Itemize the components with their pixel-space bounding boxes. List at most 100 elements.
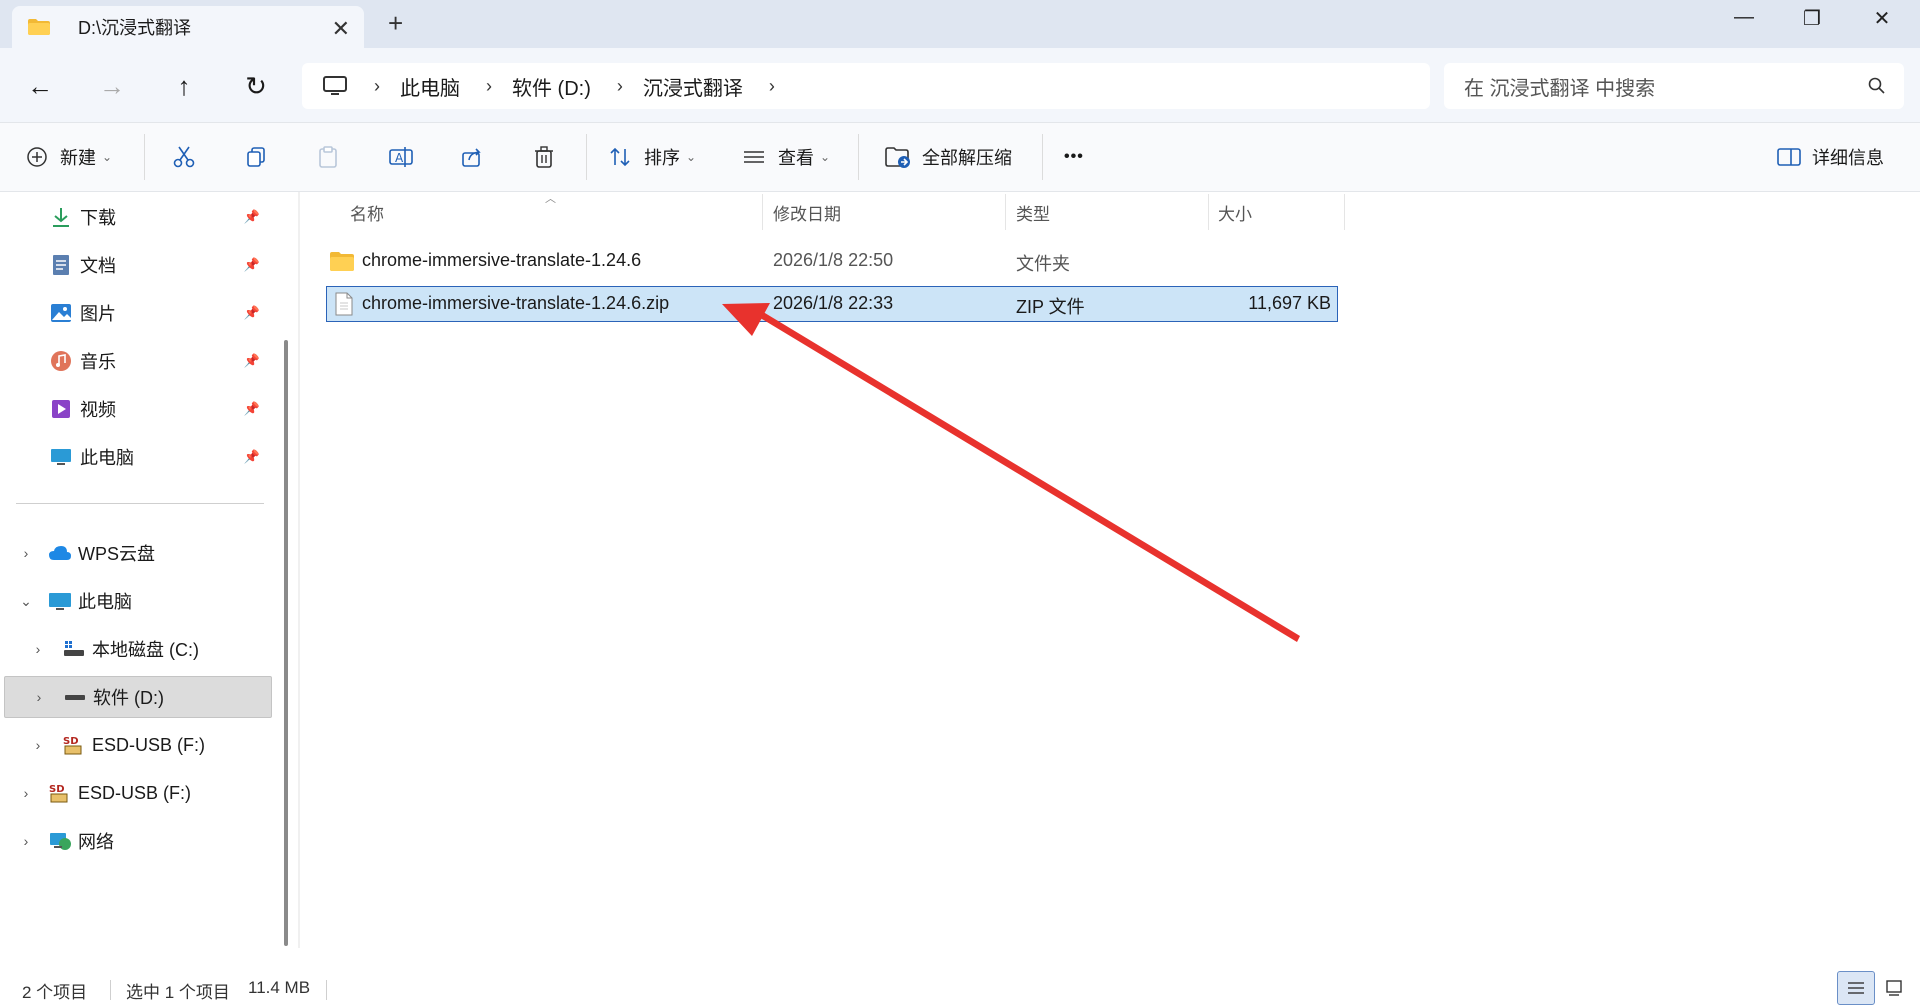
share-icon (462, 148, 481, 167)
sidebar-item-label: ESD-USB (F:) (78, 782, 192, 803)
column-header-type[interactable]: 类型 (1016, 200, 1050, 228)
pin-icon: 📌 (243, 209, 260, 224)
minimize-button[interactable]: — (1724, 6, 1764, 29)
new-button[interactable]: 新建 ⌄ (26, 140, 112, 174)
sidebar-item-drive-d[interactable]: › 软件 (D:) (4, 676, 272, 718)
status-divider (326, 980, 327, 1000)
sidebar-item-label: 此电脑 (80, 448, 134, 468)
search-placeholder: 在 沉浸式翻译 中搜索 (1464, 77, 1656, 100)
chevron-right-icon[interactable]: › (28, 737, 48, 753)
breadcrumb-drive-d[interactable]: 软件 (D:) (512, 72, 591, 101)
tab-close-button[interactable]: ✕ (332, 16, 350, 42)
column-separator[interactable] (1208, 194, 1209, 230)
sidebar-item-pictures[interactable]: 图片 📌 (50, 293, 270, 333)
sidebar-item-music[interactable]: 音乐 📌 (50, 341, 270, 381)
search-icon (1868, 77, 1885, 94)
sort-icon (610, 147, 630, 167)
extract-all-label: 全部解压缩 (922, 148, 1012, 168)
file-modified: 2026/1/8 22:33 (773, 293, 894, 313)
folder-icon (28, 19, 50, 35)
sidebar-divider (16, 503, 264, 504)
column-separator[interactable] (1344, 194, 1345, 230)
sidebar-scrollbar[interactable] (284, 340, 288, 946)
network-icon (50, 833, 71, 850)
more-options-button[interactable]: ••• (1064, 140, 1084, 174)
view-label: 查看 (778, 148, 814, 168)
new-tab-button[interactable]: + (388, 8, 403, 39)
column-header-modified[interactable]: 修改日期 (773, 200, 841, 228)
details-view-button[interactable] (1837, 971, 1875, 1005)
chevron-right-icon[interactable]: › (769, 76, 775, 97)
sidebar-item-label: 下载 (80, 208, 116, 228)
refresh-button[interactable]: ↻ (238, 68, 274, 104)
sidebar-item-documents[interactable]: 文档 📌 (50, 245, 270, 285)
delete-button[interactable] (532, 140, 556, 174)
view-button[interactable]: 查看 ⌄ (742, 140, 830, 174)
status-selection: 选中 1 个项目 (126, 983, 230, 1002)
extract-all-button[interactable]: 全部解压缩 (884, 140, 1012, 174)
breadcrumb-folder[interactable]: 沉浸式翻译 (643, 72, 743, 101)
active-tab[interactable]: D:\沉浸式翻译 ✕ (12, 6, 364, 48)
sidebar-item-this-pc[interactable]: ⌄ 此电脑 (16, 581, 270, 621)
pane-divider[interactable] (298, 192, 300, 948)
add-circle-icon (27, 147, 47, 167)
file-type: ZIP 文件 (1016, 297, 1085, 317)
chevron-right-icon[interactable]: › (29, 689, 49, 705)
cut-icon (173, 146, 195, 168)
sidebar-item-downloads[interactable]: 下载 📌 (50, 197, 270, 237)
share-button[interactable] (460, 140, 484, 174)
file-size: 11,697 KB (1248, 293, 1331, 313)
sidebar-item-network[interactable]: › 网络 (16, 821, 270, 861)
file-name: chrome-immersive-translate-1.24.6 (362, 250, 642, 270)
chevron-right-icon[interactable]: › (617, 76, 623, 97)
tiles-view-button[interactable] (1882, 976, 1906, 1000)
sidebar-item-usb-f-child[interactable]: › SD ESD-USB (F:) (28, 725, 270, 765)
cut-button[interactable] (172, 140, 196, 174)
copy-icon (247, 147, 265, 167)
pin-icon: 📌 (243, 353, 260, 368)
toolbar-divider (1042, 134, 1043, 180)
chevron-right-icon[interactable]: › (16, 545, 36, 561)
chevron-down-icon: ⌄ (686, 150, 697, 164)
paste-button[interactable] (316, 140, 340, 174)
sidebar-item-videos[interactable]: 视频 📌 (50, 389, 270, 429)
column-separator[interactable] (762, 194, 763, 230)
chevron-right-icon[interactable]: › (16, 833, 36, 849)
svg-text:SD: SD (49, 784, 65, 795)
sidebar-item-label: 网络 (78, 832, 114, 852)
back-button[interactable]: ← (22, 68, 58, 104)
close-window-button[interactable]: ✕ (1862, 6, 1902, 31)
up-button[interactable]: ↑ (166, 68, 202, 104)
sidebar-item-drive-c[interactable]: › 本地磁盘 (C:) (28, 629, 270, 669)
paste-icon (319, 146, 337, 168)
column-header-size[interactable]: 大小 (1218, 200, 1252, 228)
maximize-button[interactable]: ❐ (1792, 6, 1832, 31)
pictures-icon (51, 304, 71, 322)
file-name: chrome-immersive-translate-1.24.6.zip (362, 293, 670, 313)
address-bar[interactable]: › 此电脑 › 软件 (D:) › 沉浸式翻译 › (302, 63, 1430, 109)
drive-c-icon (64, 641, 84, 656)
svg-text:A: A (395, 151, 404, 165)
chevron-right-icon[interactable]: › (16, 785, 36, 801)
sidebar-item-wps-cloud[interactable]: › WPS云盘 (16, 533, 270, 573)
rename-button[interactable]: A (388, 140, 414, 174)
sort-button[interactable]: 排序 ⌄ (608, 140, 696, 174)
file-row-zip[interactable]: chrome-immersive-translate-1.24.6.zip 20… (326, 286, 1338, 322)
details-pane-button[interactable]: 详细信息 (1776, 140, 1884, 174)
breadcrumb-this-pc[interactable]: 此电脑 (400, 72, 460, 101)
drive-d-icon (65, 695, 85, 700)
toolbar-divider (144, 134, 145, 180)
sidebar-item-usb-f[interactable]: › SD ESD-USB (F:) (16, 773, 270, 813)
search-input[interactable]: 在 沉浸式翻译 中搜索 (1444, 63, 1904, 109)
column-header-name[interactable]: 名称 (350, 200, 384, 228)
details-view-icon (1848, 982, 1864, 994)
column-separator[interactable] (1005, 194, 1006, 230)
pin-icon: 📌 (243, 305, 260, 320)
forward-button[interactable]: → (94, 68, 130, 104)
sidebar-item-this-pc-quick[interactable]: 此电脑 📌 (50, 437, 270, 477)
chevron-right-icon[interactable]: › (486, 76, 492, 97)
chevron-right-icon[interactable]: › (28, 641, 48, 657)
file-row-folder[interactable]: chrome-immersive-translate-1.24.6 2026/1… (326, 243, 1338, 279)
chevron-down-icon[interactable]: ⌄ (16, 593, 36, 610)
copy-button[interactable] (244, 140, 268, 174)
